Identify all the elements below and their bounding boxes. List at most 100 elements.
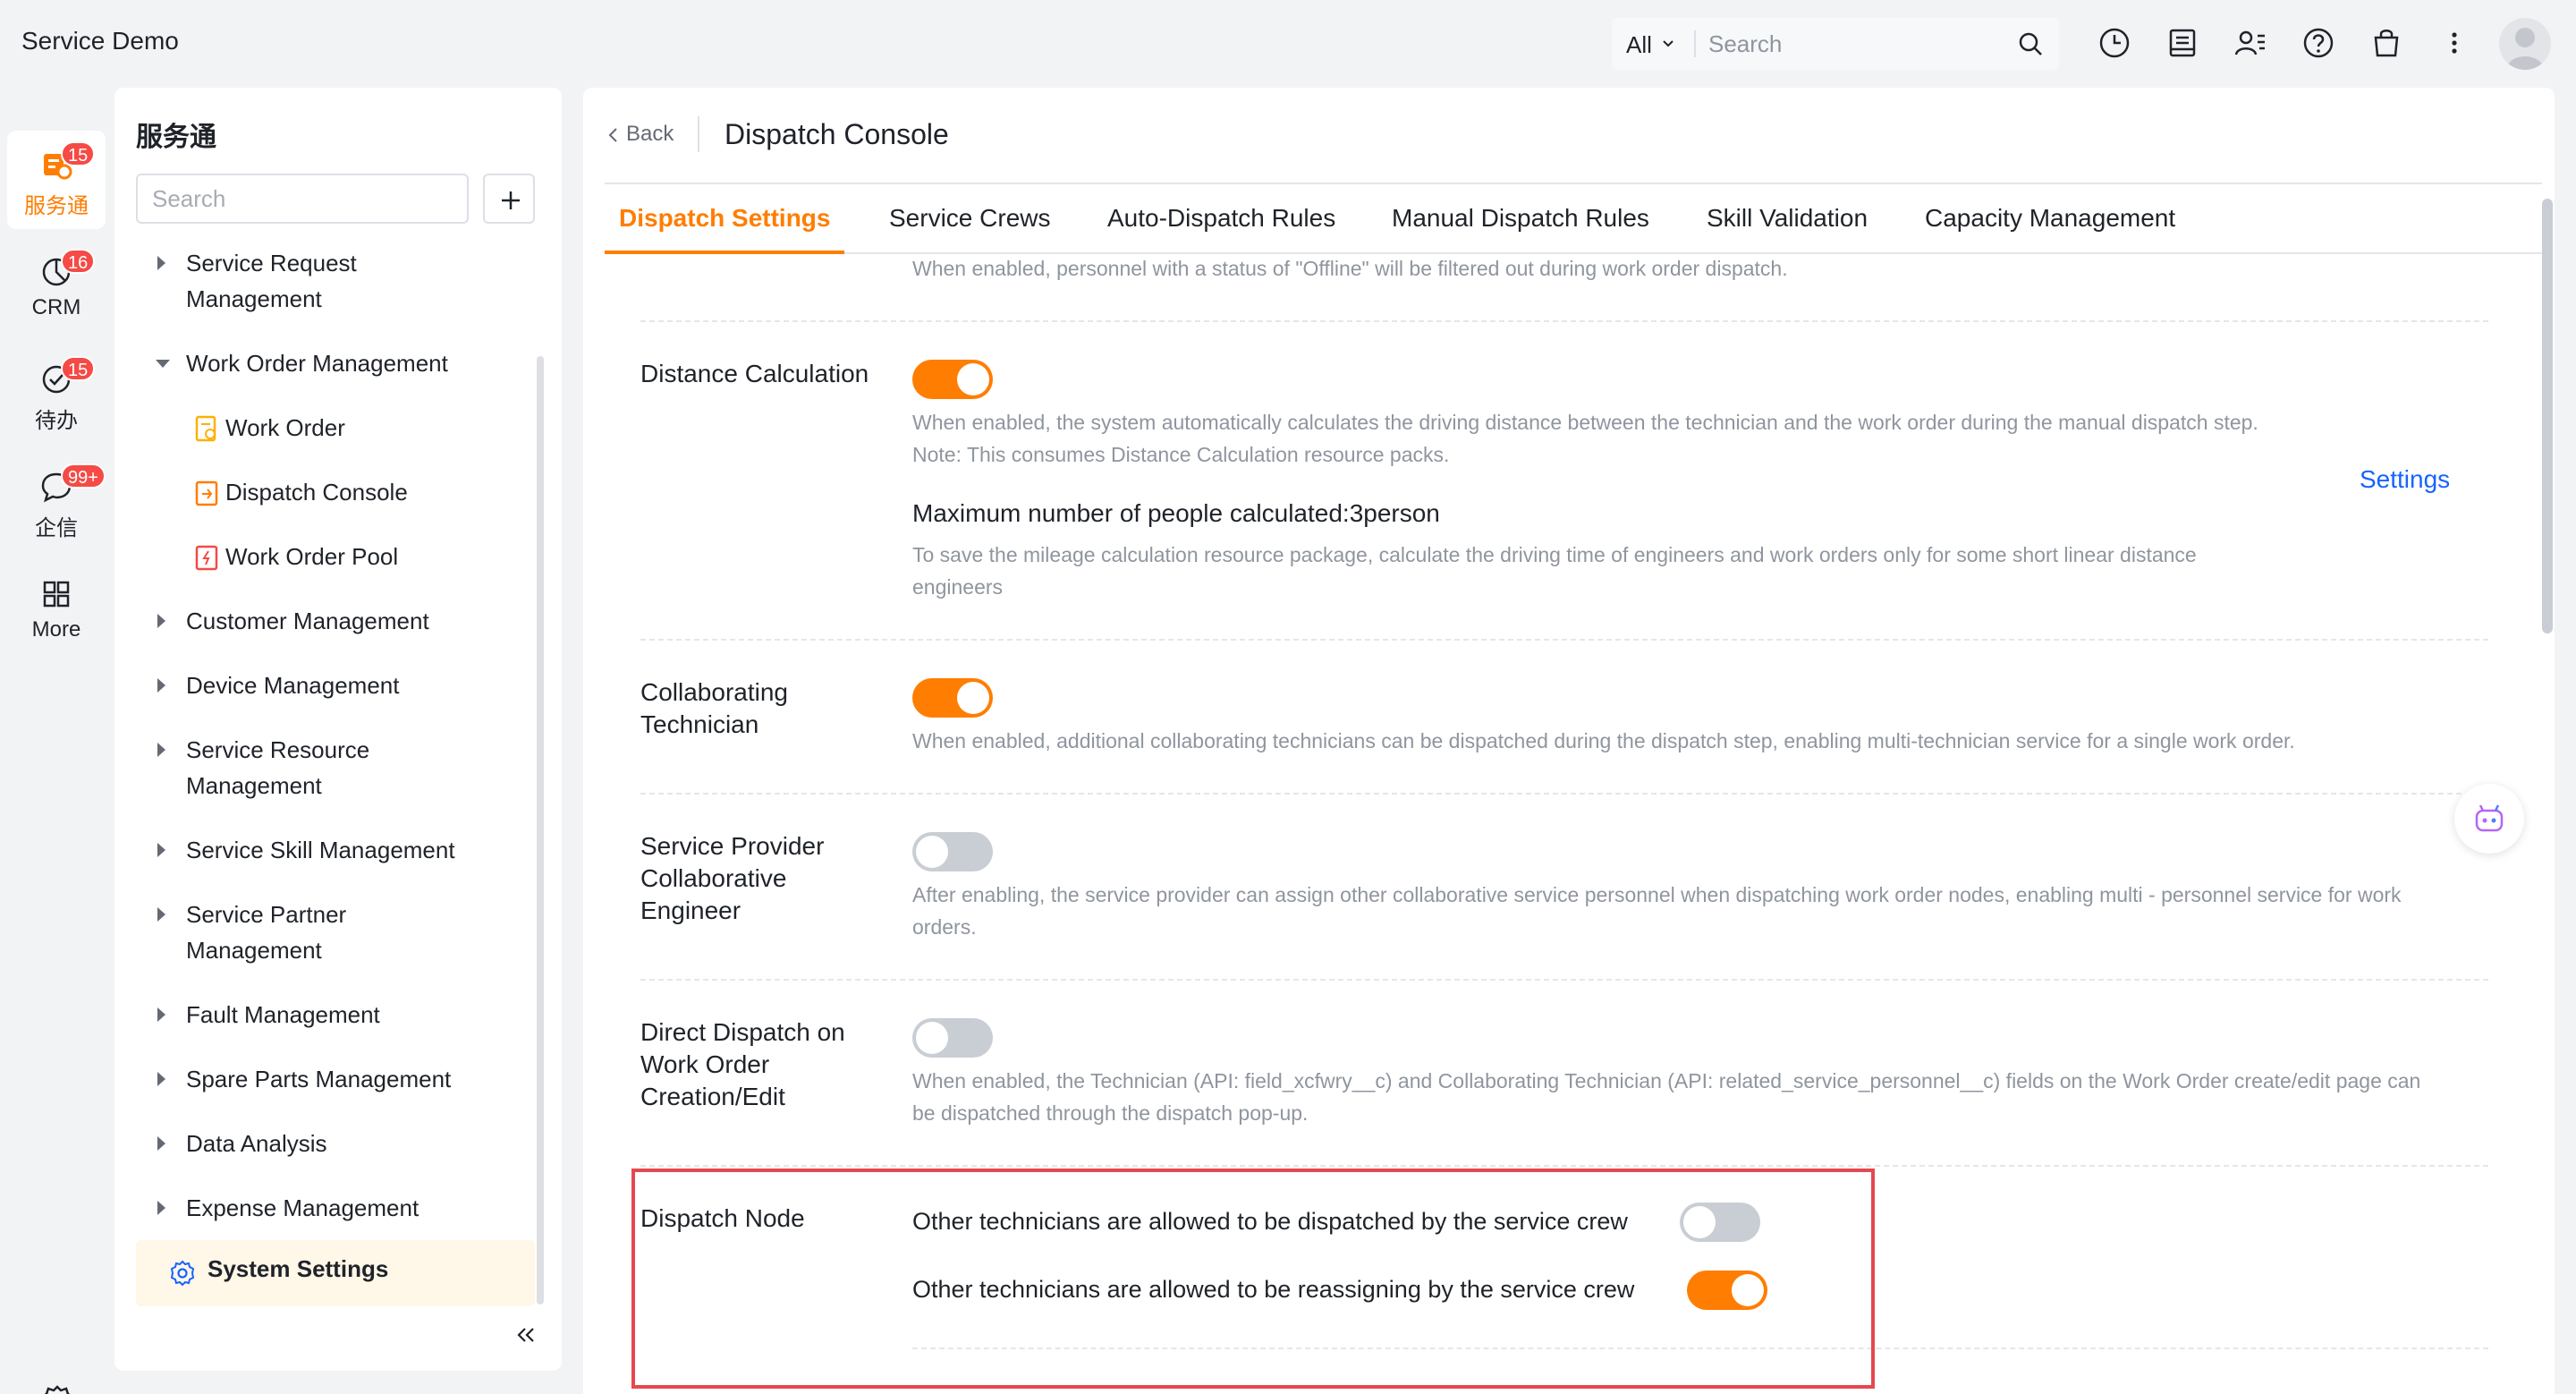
side-navigation: 服务通 Service Request Management Work Orde…	[114, 88, 562, 1371]
search-separator	[1694, 30, 1696, 57]
toggle-knob	[916, 836, 948, 868]
avatar[interactable]	[2499, 18, 2551, 70]
collab-technician-label-line1: Collaborating	[640, 678, 788, 706]
direct-dispatch-toggle[interactable]	[912, 1018, 993, 1058]
sidebar-item-label: Spare Parts Management	[186, 1066, 452, 1092]
provider-engineer-label-line1: Service Provider	[640, 832, 825, 860]
row-divider	[640, 320, 2488, 322]
tab-service-crews[interactable]: Service Crews	[889, 204, 1050, 233]
assistant-bot-button[interactable]	[2454, 784, 2524, 854]
caret-right-icon	[157, 1136, 165, 1151]
dispatch-console-icon	[195, 480, 218, 506]
provider-engineer-label-line3: Engineer	[640, 897, 741, 924]
provider-engineer-toggle[interactable]	[912, 832, 993, 871]
collab-technician-toggle[interactable]	[912, 678, 993, 718]
sidebar-item-dispatch-console[interactable]: Dispatch Console	[136, 474, 530, 510]
sidebar-item-label: Dispatch Console	[225, 479, 408, 506]
sidebar-item-device-management[interactable]: Device Management	[136, 667, 530, 703]
distance-calculation-note: Note: This consumes Distance Calculation…	[912, 443, 1450, 466]
collapse-double-chevron-icon[interactable]	[513, 1322, 538, 1347]
sidebar-item-label: Service Partner	[186, 901, 347, 928]
sidebar-item-label: Data Analysis	[186, 1130, 327, 1157]
tab-capacity-management[interactable]: Capacity Management	[1925, 204, 2175, 233]
chevron-down-icon[interactable]	[1658, 34, 1678, 54]
global-search-input[interactable]	[1708, 23, 2004, 64]
app-rail: 15 服务通 16 CRM 15 待办 99+ 企信 More	[0, 86, 114, 1394]
provider-engineer-desc-cont: orders.	[912, 915, 977, 939]
collab-technician-label: Collaborating Technician	[640, 676, 873, 741]
caret-right-icon	[157, 843, 165, 857]
sidebar-item-label: Management	[186, 285, 322, 312]
search-icon[interactable]	[2016, 30, 2045, 58]
rail-item-crm[interactable]: 16 CRM	[7, 238, 106, 336]
settings-gear-icon	[170, 1260, 195, 1287]
more-vertical-icon[interactable]	[2436, 25, 2472, 61]
sidebar-item-system-settings[interactable]: System Settings	[136, 1240, 535, 1306]
sidebar-item-service-partner[interactable]: Service Partner Management	[136, 897, 530, 968]
rail-badge: 99+	[61, 463, 106, 489]
rail-item-label: 企信	[35, 516, 78, 540]
distance-settings-link[interactable]: Settings	[2360, 465, 2450, 494]
provider-engineer-label-line2: Collaborative	[640, 864, 787, 892]
sidebar-item-data-analysis[interactable]: Data Analysis	[136, 1126, 530, 1161]
collab-technician-label-line2: Technician	[640, 710, 759, 738]
sidenav-title: 服务通	[136, 123, 216, 152]
sidebar-item-expense-management[interactable]: Expense Management	[136, 1190, 530, 1226]
gear-icon[interactable]	[36, 1380, 79, 1394]
search-scope-select[interactable]: All	[1626, 31, 1652, 59]
sidebar-item-work-order[interactable]: Work Order	[136, 410, 530, 446]
shopping-bag-icon[interactable]	[2368, 25, 2404, 61]
direct-dispatch-label-line1: Direct Dispatch on	[640, 1018, 845, 1046]
add-button[interactable]	[483, 174, 535, 224]
tab-auto-dispatch-rules[interactable]: Auto-Dispatch Rules	[1107, 204, 1335, 233]
tab-manual-dispatch-rules[interactable]: Manual Dispatch Rules	[1392, 204, 1649, 233]
toggle-knob	[957, 682, 989, 714]
contacts-icon[interactable]	[2233, 25, 2268, 61]
sidebar-item-work-order-management[interactable]: Work Order Management	[136, 345, 530, 381]
caret-right-icon	[157, 743, 165, 757]
sidebar-item-spare-parts[interactable]: Spare Parts Management	[136, 1061, 530, 1097]
help-icon[interactable]	[2301, 25, 2336, 61]
sidebar-item-service-skill[interactable]: Service Skill Management	[136, 832, 530, 868]
chevron-left-icon[interactable]	[606, 125, 621, 145]
caret-right-icon	[157, 1072, 165, 1086]
provider-engineer-label: Service Provider Collaborative Engineer	[640, 830, 873, 927]
tab-dispatch-settings[interactable]: Dispatch Settings	[619, 204, 830, 233]
caret-right-icon	[157, 678, 165, 693]
rail-item-label: 待办	[35, 409, 78, 433]
sidebar-item-service-resource[interactable]: Service Resource Management	[136, 732, 530, 803]
page-title: Dispatch Console	[724, 118, 949, 150]
history-icon[interactable]	[2097, 25, 2132, 61]
distance-calculation-toggle[interactable]	[912, 360, 993, 399]
plus-icon	[502, 191, 520, 209]
sidebar-item-label: Management	[186, 937, 322, 964]
caret-right-icon	[157, 256, 165, 270]
sidenav-scrollbar[interactable]	[537, 356, 544, 1305]
global-search: All	[1612, 18, 2059, 70]
sidebar-item-fault-management[interactable]: Fault Management	[136, 997, 530, 1033]
rail-item-todo[interactable]: 15 待办	[7, 345, 106, 444]
back-link[interactable]: Back	[626, 122, 674, 147]
sidebar-item-customer-management[interactable]: Customer Management	[136, 603, 530, 639]
rail-item-label: 服务通	[24, 194, 89, 218]
work-order-pool-icon	[195, 545, 218, 571]
header-separator	[698, 116, 699, 152]
direct-dispatch-label: Direct Dispatch on Work Order Creation/E…	[640, 1016, 873, 1113]
sidenav-search-input[interactable]	[136, 174, 469, 224]
rail-item-more[interactable]: More	[7, 560, 106, 659]
rail-item-chat[interactable]: 99+ 企信	[7, 453, 106, 551]
rail-item-service[interactable]: 15 服务通	[7, 131, 106, 229]
sidebar-item-label: Expense Management	[186, 1194, 419, 1221]
toggle-knob	[957, 363, 989, 395]
app-title: Service Demo	[21, 27, 179, 55]
content-scrollbar[interactable]	[2542, 199, 2553, 633]
caret-right-icon	[157, 1201, 165, 1215]
sidebar-item-label: Work Order Management	[186, 350, 448, 377]
sidebar-item-service-request[interactable]: Service Request Management	[136, 245, 530, 317]
inbox-icon[interactable]	[2165, 25, 2200, 61]
sidebar-item-work-order-pool[interactable]: Work Order Pool	[136, 539, 530, 574]
tab-skill-validation[interactable]: Skill Validation	[1707, 204, 1868, 233]
caret-right-icon	[157, 1007, 165, 1022]
sidebar-item-label: Service Request	[186, 250, 357, 276]
rail-badge: 16	[61, 249, 96, 274]
